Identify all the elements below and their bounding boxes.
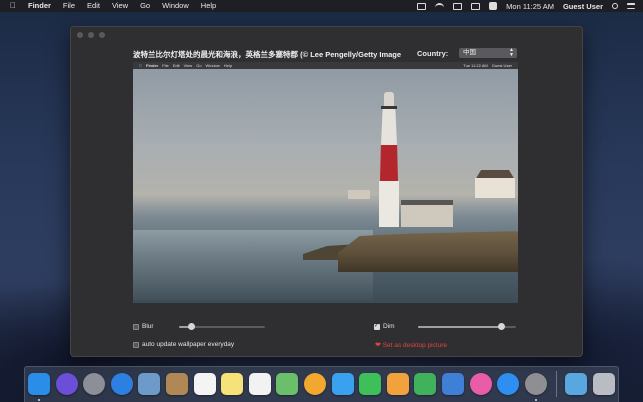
battery-icon[interactable] (471, 2, 481, 10)
messages-icon[interactable] (331, 373, 354, 395)
mail-icon[interactable] (138, 373, 161, 395)
preview-user: Guest User (491, 63, 512, 68)
window-controls (77, 32, 105, 38)
calendar-icon[interactable] (193, 373, 216, 395)
trash-icon[interactable] (593, 373, 615, 395)
blur-slider-knob[interactable] (188, 323, 196, 330)
menu-bar:  Finder File Edit View Go Window Help M… (0, 0, 643, 12)
menu-go[interactable]: Go (134, 0, 156, 12)
select-arrows-icon: ▲ ▼ (509, 47, 514, 58)
set-desktop-label: Set as desktop picture (382, 342, 448, 349)
preview-apple-icon:  (139, 63, 142, 68)
lighthouse-base (379, 181, 399, 227)
auto-update-label: auto update wallpaper everyday (142, 341, 235, 348)
blur-label: Blur (142, 323, 154, 330)
menu-user[interactable]: Guest User (563, 2, 603, 11)
facetime-icon[interactable] (359, 373, 382, 395)
keeper-house (401, 205, 453, 227)
safari-icon[interactable] (110, 373, 133, 395)
reminders-icon[interactable] (248, 373, 271, 395)
running-indicator (534, 399, 537, 401)
auto-update-checkbox[interactable] (133, 342, 139, 348)
siri-icon[interactable] (55, 373, 78, 395)
wifi-icon[interactable] (435, 3, 445, 9)
wallpaper-preview:  Finder File Edit View Go Window Help T… (133, 62, 518, 303)
minimize-button[interactable] (88, 32, 94, 38)
launchpad-icon[interactable] (83, 373, 106, 395)
app-store-icon[interactable] (497, 373, 520, 395)
running-indicator (38, 399, 40, 401)
preview-menu-file: File (159, 63, 168, 68)
country-select[interactable]: 中国 ▲ ▼ (459, 48, 517, 58)
dim-slider[interactable] (418, 323, 516, 330)
dock-divider (556, 371, 557, 397)
preview-app-name: Finder (143, 63, 158, 68)
apple-menu-icon[interactable]:  (10, 0, 22, 12)
blur-slider[interactable] (179, 323, 265, 330)
notes-icon[interactable] (221, 373, 244, 395)
pages-icon[interactable] (386, 373, 409, 395)
finder-icon[interactable] (28, 373, 50, 395)
lighthouse (378, 92, 400, 227)
menu-help[interactable]: Help (195, 0, 222, 12)
preview-clock: Tue 11:22 AM (463, 63, 488, 68)
menu-edit[interactable]: Edit (81, 0, 106, 12)
keynote-icon[interactable] (442, 373, 464, 395)
dim-slider-knob[interactable] (497, 323, 505, 330)
dim-label: Dim (383, 323, 395, 330)
dock (24, 366, 619, 402)
blur-checkbox[interactable] (133, 324, 139, 330)
notification-center-icon[interactable] (627, 3, 635, 9)
preview-menu-go: Go (193, 63, 201, 68)
menu-window[interactable]: Window (156, 0, 195, 12)
wallpaper-app-window: 波特兰比尔灯塔处的晨光和海浪，英格兰多塞特郡 (© Lee Pengelly/G… (70, 26, 583, 357)
numbers-icon[interactable] (414, 373, 437, 395)
spotlight-search-icon[interactable] (612, 3, 618, 9)
airplay-icon[interactable] (453, 2, 463, 10)
country-label: Country: (417, 49, 449, 58)
heart-icon: ❤ (375, 342, 381, 349)
lighthouse-gallery (381, 106, 397, 109)
dim-checkbox[interactable] (374, 322, 380, 330)
preview-menu-help: Help (220, 63, 232, 68)
wallpaper-title: 波特兰比尔灯塔处的晨光和海浪，英格兰多塞特郡 (© Lee Pengelly/G… (133, 50, 402, 59)
menu-file[interactable]: File (57, 0, 81, 12)
menu-app-name[interactable]: Finder (22, 0, 57, 12)
contacts-icon[interactable] (166, 373, 188, 395)
preview-menu-edit: Edit (169, 63, 180, 68)
zoom-button[interactable] (99, 32, 105, 38)
lighthouse-red-band (380, 145, 398, 181)
preview-menu-bar:  Finder File Edit View Go Window Help T… (133, 62, 518, 69)
small-building (348, 190, 370, 199)
lighthouse-white-band (381, 109, 397, 145)
lighthouse-lantern (384, 92, 394, 106)
close-button[interactable] (77, 32, 83, 38)
downloads-folder-icon[interactable] (565, 373, 587, 395)
menu-clock[interactable]: Mon 11:25 AM (506, 2, 554, 11)
itunes-icon[interactable] (469, 373, 492, 395)
preview-menu-window: Window (202, 63, 220, 68)
system-preferences-icon[interactable] (524, 373, 547, 395)
preview-menu-view: View (180, 63, 193, 68)
photos-icon[interactable] (304, 373, 326, 395)
dim-slider-fill (418, 326, 502, 328)
maps-icon[interactable] (276, 373, 299, 395)
country-select-value: 中国 (463, 49, 476, 56)
sea-reflection (133, 230, 373, 300)
app-status-icon[interactable] (489, 2, 498, 10)
set-desktop-button[interactable]: ❤ Set as desktop picture (375, 341, 447, 349)
cottage (475, 178, 515, 198)
display-icon[interactable] (417, 2, 427, 10)
menu-view[interactable]: View (106, 0, 134, 12)
